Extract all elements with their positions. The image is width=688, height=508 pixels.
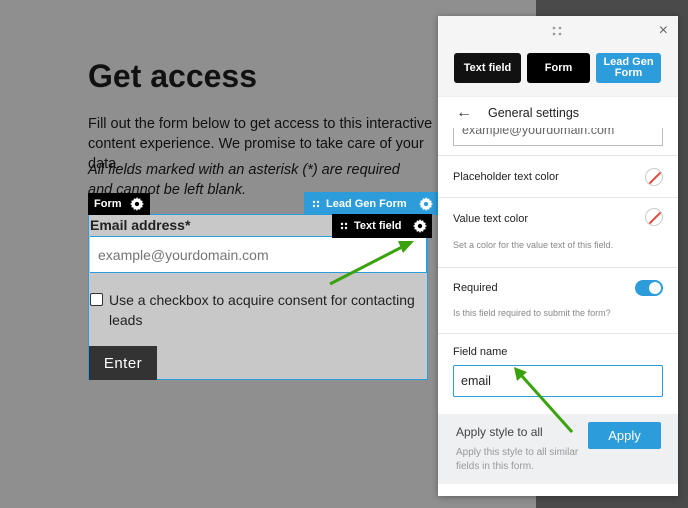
close-icon[interactable]: × <box>659 23 668 39</box>
form-tag-label: Form <box>94 198 122 210</box>
value-color-row: Value text color Set a color for the val… <box>438 197 678 267</box>
page-title: Get access <box>88 58 258 94</box>
email-input[interactable] <box>90 236 427 273</box>
value-color-label: Value text color <box>453 213 529 225</box>
text-field-tag-label: Text field <box>354 220 402 232</box>
breadcrumb-lead-gen-form[interactable]: Lead Gen Form <box>596 53 661 83</box>
section-header: ← General settings <box>438 96 678 128</box>
breadcrumb-text-field[interactable]: Text field <box>454 53 521 83</box>
required-label: Required <box>453 282 498 294</box>
drag-handle-icon[interactable] <box>552 26 562 36</box>
placeholder-color-swatch[interactable] <box>645 167 663 186</box>
drag-handle-icon[interactable] <box>340 222 348 230</box>
placeholder-color-label: Placeholder text color <box>453 170 559 183</box>
field-name-label: Field name <box>453 346 508 358</box>
apply-all-help: Apply this style to all similar fields i… <box>456 447 579 472</box>
field-name-input[interactable]: email <box>453 365 663 397</box>
gear-icon[interactable] <box>418 196 433 211</box>
breadcrumb-form[interactable]: Form <box>527 53 590 83</box>
required-toggle[interactable] <box>635 280 663 296</box>
settings-panel: × Text field Form Lead Gen Form ← Genera… <box>438 16 678 496</box>
consent-row[interactable]: Use a checkbox to acquire consent for co… <box>90 290 420 330</box>
panel-header: × <box>438 16 678 48</box>
email-label: Email address* <box>90 217 191 233</box>
placeholder-value-input[interactable]: example@yourdomain.com <box>453 128 663 146</box>
apply-button[interactable]: Apply <box>588 422 661 449</box>
checkbox-icon[interactable] <box>90 293 103 306</box>
lead-gen-form-tag[interactable]: Lead Gen Form <box>304 192 438 215</box>
text-field-tag[interactable]: Text field <box>332 214 433 238</box>
required-help: Is this field required to submit the for… <box>453 308 611 318</box>
value-color-help: Set a color for the value text of this f… <box>453 240 614 250</box>
drag-handle-icon[interactable] <box>312 200 320 208</box>
consent-text: Use a checkbox to acquire consent for co… <box>109 292 415 328</box>
form-tag[interactable]: Form <box>88 193 150 215</box>
back-arrow-icon[interactable]: ← <box>456 104 472 122</box>
field-name-row: Field name email <box>438 333 678 405</box>
gear-icon[interactable] <box>413 219 428 233</box>
required-row: Required Is this field required to submi… <box>438 267 678 333</box>
gear-icon[interactable] <box>129 197 144 211</box>
placeholder-color-row: Placeholder text color <box>438 155 678 197</box>
lead-gen-tag-label: Lead Gen Form <box>326 197 407 210</box>
enter-button[interactable]: Enter <box>89 346 157 380</box>
section-title: General settings <box>488 105 580 120</box>
apply-footer: Apply style to all Apply this style to a… <box>438 414 678 484</box>
value-color-swatch[interactable] <box>645 208 663 226</box>
breadcrumb: Text field Form Lead Gen Form <box>438 48 678 96</box>
